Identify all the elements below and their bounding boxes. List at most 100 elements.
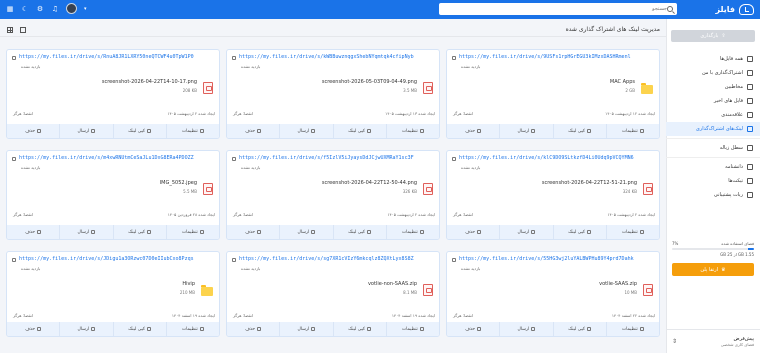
moon-icon[interactable]: ☾ xyxy=(21,5,29,13)
copy-label: کپی لینک xyxy=(568,128,586,134)
share-url[interactable]: https://my.files.ir/drive/s/f5IzlV5iJyay… xyxy=(239,155,414,161)
settings-button[interactable]: تنظیمات xyxy=(165,225,219,239)
share-link-card[interactable]: https://my.files.ir/drive/s/JDigu1a3ORzw… xyxy=(6,251,220,337)
upgrade-plan-button[interactable]: ارتقا پلن ♛ xyxy=(672,263,754,276)
send-button[interactable]: ارسال xyxy=(59,322,112,336)
sidebar-item-contacts[interactable]: مخاطبین xyxy=(666,80,760,94)
bell-icon[interactable]: ♫ xyxy=(51,5,59,13)
quota-bar-fill xyxy=(748,248,754,250)
settings-button[interactable]: تنظیمات xyxy=(165,322,219,336)
settings-label: تنظیمات xyxy=(181,128,198,134)
folder-icon xyxy=(747,56,753,62)
copy-link-button[interactable]: کپی لینک xyxy=(112,124,166,138)
share-url[interactable]: https://my.files.ir/drive/s/RnuA8JR1LXRY… xyxy=(19,54,194,60)
sidebar-item-knowledge-base[interactable]: دانشنامه xyxy=(666,160,760,174)
share-link-card[interactable]: https://my.files.ir/drive/s/klC9DO9SLtkz… xyxy=(446,150,660,240)
settings-button[interactable]: تنظیمات xyxy=(605,322,659,336)
send-button[interactable]: ارسال xyxy=(59,225,112,239)
copy-link-button[interactable]: کپی لینک xyxy=(112,225,166,239)
chevron-down-icon[interactable]: ▾ xyxy=(84,6,87,12)
link-row: https://my.files.ir/drive/s/55HG3wj2luYA… xyxy=(447,252,659,266)
send-button[interactable]: ارسال xyxy=(499,322,552,336)
apps-grid-icon[interactable]: ▦ xyxy=(6,5,14,13)
delete-button[interactable]: حذف xyxy=(447,124,499,138)
share-url[interactable]: https://my.files.ir/drive/s/9USFs1rpHGrE… xyxy=(459,54,631,60)
file-info: screenshot-2026-04-22T12-51-21.png 324 KB xyxy=(451,180,653,200)
copy-link-button[interactable]: کپی لینک xyxy=(112,322,166,336)
send-button[interactable]: ارسال xyxy=(499,124,552,138)
workspace-subtitle: فضای کاری شخصی xyxy=(720,342,754,347)
send-button[interactable]: ارسال xyxy=(279,124,332,138)
settings-button[interactable]: تنظیمات xyxy=(605,124,659,138)
trash-icon xyxy=(37,129,42,133)
delete-button[interactable]: حذف xyxy=(7,225,59,239)
delete-button[interactable]: حذف xyxy=(227,124,279,138)
sidebar-item-share-links[interactable]: لینک‌های اشتراک‌گذاری xyxy=(666,122,760,136)
meta-row: ایجاد شده ۲ اردیبهشت ۱۴۰۵ انقضا: هرگز xyxy=(233,212,435,220)
delete-button[interactable]: حذف xyxy=(447,225,499,239)
sidebar-item-favorites[interactable]: علاقه‌مندی xyxy=(666,108,760,122)
delete-button[interactable]: حذف xyxy=(227,225,279,239)
send-button[interactable]: ارسال xyxy=(499,225,552,239)
sidebar-item-all-files[interactable]: همه فایل‌ها xyxy=(666,52,760,66)
share-url[interactable]: https://my.files.ir/drive/s/klC9DO9SLtkz… xyxy=(459,155,634,161)
share-link-card[interactable]: https://my.files.ir/drive/s/f5IzlV5iJyay… xyxy=(226,150,440,240)
sidebar-item-shared-with-me[interactable]: اشتراک‌گذاری با من xyxy=(666,66,760,80)
quota-percent: 7% xyxy=(672,241,679,246)
share-link-card[interactable]: https://my.files.ir/drive/s/kWBBuwznqgxS… xyxy=(226,49,440,139)
delete-button[interactable]: حذف xyxy=(7,124,59,138)
delete-button[interactable]: حذف xyxy=(227,322,279,336)
search-input[interactable] xyxy=(443,6,667,12)
send-button[interactable]: ارسال xyxy=(59,124,112,138)
file-size: 5.5 MB xyxy=(183,189,197,194)
app-logo[interactable]: فایلز xyxy=(716,3,754,16)
send-button[interactable]: ارسال xyxy=(279,322,332,336)
share-url[interactable]: https://my.files.ir/drive/s/JDigu1a3ORzw… xyxy=(19,256,194,262)
workspace-switcher[interactable]: پیش‌فرض فضای کاری شخصی ⇕ xyxy=(666,329,760,353)
share-url[interactable]: https://my.files.ir/drive/s/sg7XR1cVIzY6… xyxy=(239,256,414,262)
share-url[interactable]: https://my.files.ir/drive/s/m4xwRNUtmCeS… xyxy=(19,155,194,161)
settings-button[interactable]: تنظیمات xyxy=(605,225,659,239)
settings-button[interactable]: تنظیمات xyxy=(165,124,219,138)
gear-icon xyxy=(639,327,644,331)
share-link-card[interactable]: https://my.files.ir/drive/s/9USFs1rpHGrE… xyxy=(446,49,660,139)
created-date: ایجاد شده ۱۹ اسفند ۱۴۰۴ xyxy=(171,313,215,318)
search-icon[interactable] xyxy=(667,6,673,12)
file-icon xyxy=(203,82,213,94)
share-url[interactable]: https://my.files.ir/drive/s/55HG3wj2luYA… xyxy=(459,256,634,262)
delete-button[interactable]: حذف xyxy=(447,322,499,336)
sidebar-item-trash[interactable]: سطل زباله xyxy=(666,141,760,155)
send-button[interactable]: ارسال xyxy=(279,225,332,239)
upload-button[interactable]: بارگذاری ⇪ xyxy=(671,30,755,42)
card-actions: تنظیمات کپی لینک ارسال حذف xyxy=(7,124,219,138)
settings-button[interactable]: تنظیمات xyxy=(385,225,439,239)
user-avatar[interactable] xyxy=(66,3,77,14)
sidebar-item-support-bot[interactable]: ربات پشتیبانی xyxy=(666,188,760,202)
copy-label: کپی لینک xyxy=(128,229,146,235)
copy-link-button[interactable]: کپی لینک xyxy=(552,225,606,239)
file-icon xyxy=(423,183,433,195)
grid-view-icon[interactable] xyxy=(7,27,13,33)
visit-status: بازدید نشده xyxy=(21,165,41,170)
card-actions: تنظیمات کپی لینک ارسال حذف xyxy=(447,322,659,336)
copy-link-button[interactable]: کپی لینک xyxy=(332,322,386,336)
share-link-card[interactable]: https://my.files.ir/drive/s/sg7XR1cVIzY6… xyxy=(226,251,440,337)
settings-button[interactable]: تنظیمات xyxy=(385,124,439,138)
delete-button[interactable]: حذف xyxy=(7,322,59,336)
delete-label: حذف xyxy=(245,229,256,235)
copy-link-button[interactable]: کپی لینک xyxy=(332,124,386,138)
sidebar-item-recent[interactable]: فایل های اخیر xyxy=(666,94,760,108)
copy-link-button[interactable]: کپی لینک xyxy=(552,322,606,336)
list-view-icon[interactable] xyxy=(20,27,26,33)
copy-link-button[interactable]: کپی لینک xyxy=(332,225,386,239)
share-link-card[interactable]: https://my.files.ir/drive/s/m4xwRNUtmCeS… xyxy=(6,150,220,240)
copy-link-button[interactable]: کپی لینک xyxy=(552,124,606,138)
search-box[interactable] xyxy=(439,3,677,15)
settings-button[interactable]: تنظیمات xyxy=(385,322,439,336)
share-link-card[interactable]: https://my.files.ir/drive/s/55HG3wj2luYA… xyxy=(446,251,660,337)
sidebar-item-tickets[interactable]: تیکت‌ها xyxy=(666,174,760,188)
link-icon xyxy=(747,126,753,132)
share-link-card[interactable]: https://my.files.ir/drive/s/RnuA8JR1LXRY… xyxy=(6,49,220,139)
settings-icon[interactable]: ⚙ xyxy=(36,5,44,13)
share-url[interactable]: https://my.files.ir/drive/s/kWBBuwznqgxS… xyxy=(239,54,414,60)
